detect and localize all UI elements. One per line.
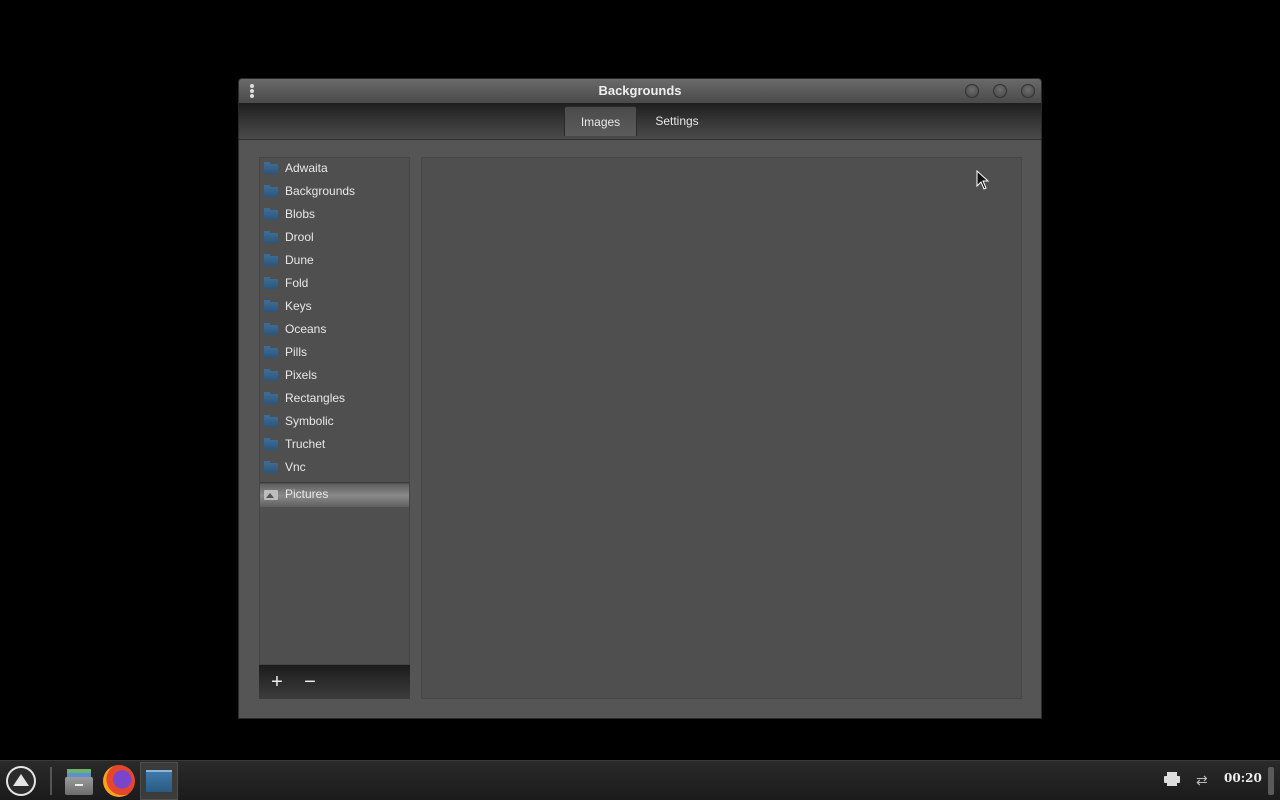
clock[interactable]: 00:20 (1224, 771, 1262, 785)
list-item-backgrounds[interactable]: Backgrounds (260, 181, 409, 204)
folder-icon (264, 438, 278, 450)
app-launcher-icon[interactable] (6, 766, 36, 796)
tab-images[interactable]: Images (564, 106, 637, 136)
list-toolbar: + − (259, 665, 410, 699)
file-manager-icon[interactable] (63, 765, 95, 797)
list-item-keys[interactable]: Keys (260, 296, 409, 319)
list-item-dune[interactable]: Dune (260, 250, 409, 273)
pictures-icon (264, 490, 278, 500)
folder-icon (264, 231, 278, 243)
taskbar: ⇄ 00:20 (0, 760, 1280, 800)
list-item-pictures[interactable]: Pictures (260, 484, 409, 507)
backgrounds-window: Backgrounds Images Settings Adwaita Back… (238, 78, 1042, 719)
printer-icon[interactable] (1164, 771, 1180, 787)
minimize-button[interactable] (965, 84, 979, 98)
list-item-drool[interactable]: Drool (260, 227, 409, 250)
maximize-button[interactable] (993, 84, 1007, 98)
folder-icon (264, 461, 278, 473)
network-disconnected-icon[interactable]: ⇄ (1196, 771, 1214, 789)
backgrounds-app-icon[interactable] (140, 762, 178, 800)
list-item-adwaita[interactable]: Adwaita (260, 158, 409, 181)
remove-folder-button[interactable]: − (297, 670, 323, 694)
folder-icon (264, 162, 278, 174)
tab-settings[interactable]: Settings (644, 106, 710, 136)
list-separator (260, 482, 409, 483)
folder-icon (264, 277, 278, 289)
folder-icon (264, 392, 278, 404)
mouse-cursor-icon (976, 170, 990, 190)
folder-icon (264, 323, 278, 335)
show-desktop-button[interactable] (1268, 767, 1274, 795)
folder-icon (264, 254, 278, 266)
taskbar-separator (50, 767, 52, 795)
title-bar[interactable]: Backgrounds (239, 79, 1041, 103)
list-item-pills[interactable]: Pills (260, 342, 409, 365)
list-item-rectangles[interactable]: Rectangles (260, 388, 409, 411)
folder-icon (264, 415, 278, 427)
firefox-icon[interactable] (103, 765, 135, 797)
folder-icon (264, 346, 278, 358)
folder-icon (264, 185, 278, 197)
folder-icon (264, 369, 278, 381)
list-item-symbolic[interactable]: Symbolic (260, 411, 409, 434)
add-folder-button[interactable]: + (264, 670, 290, 694)
image-preview-area[interactable] (421, 157, 1022, 699)
folder-icon (264, 300, 278, 312)
list-item-vnc[interactable]: Vnc (260, 457, 409, 480)
list-item-pixels[interactable]: Pixels (260, 365, 409, 388)
list-item-oceans[interactable]: Oceans (260, 319, 409, 342)
list-item-blobs[interactable]: Blobs (260, 204, 409, 227)
close-button[interactable] (1021, 84, 1035, 98)
directory-list: Adwaita Backgrounds Blobs Drool Dune Fol… (259, 157, 410, 665)
window-title: Backgrounds (598, 83, 682, 98)
list-item-truchet[interactable]: Truchet (260, 434, 409, 457)
list-item-fold[interactable]: Fold (260, 273, 409, 296)
tab-bar: Images Settings (239, 103, 1041, 140)
folder-icon (264, 208, 278, 220)
